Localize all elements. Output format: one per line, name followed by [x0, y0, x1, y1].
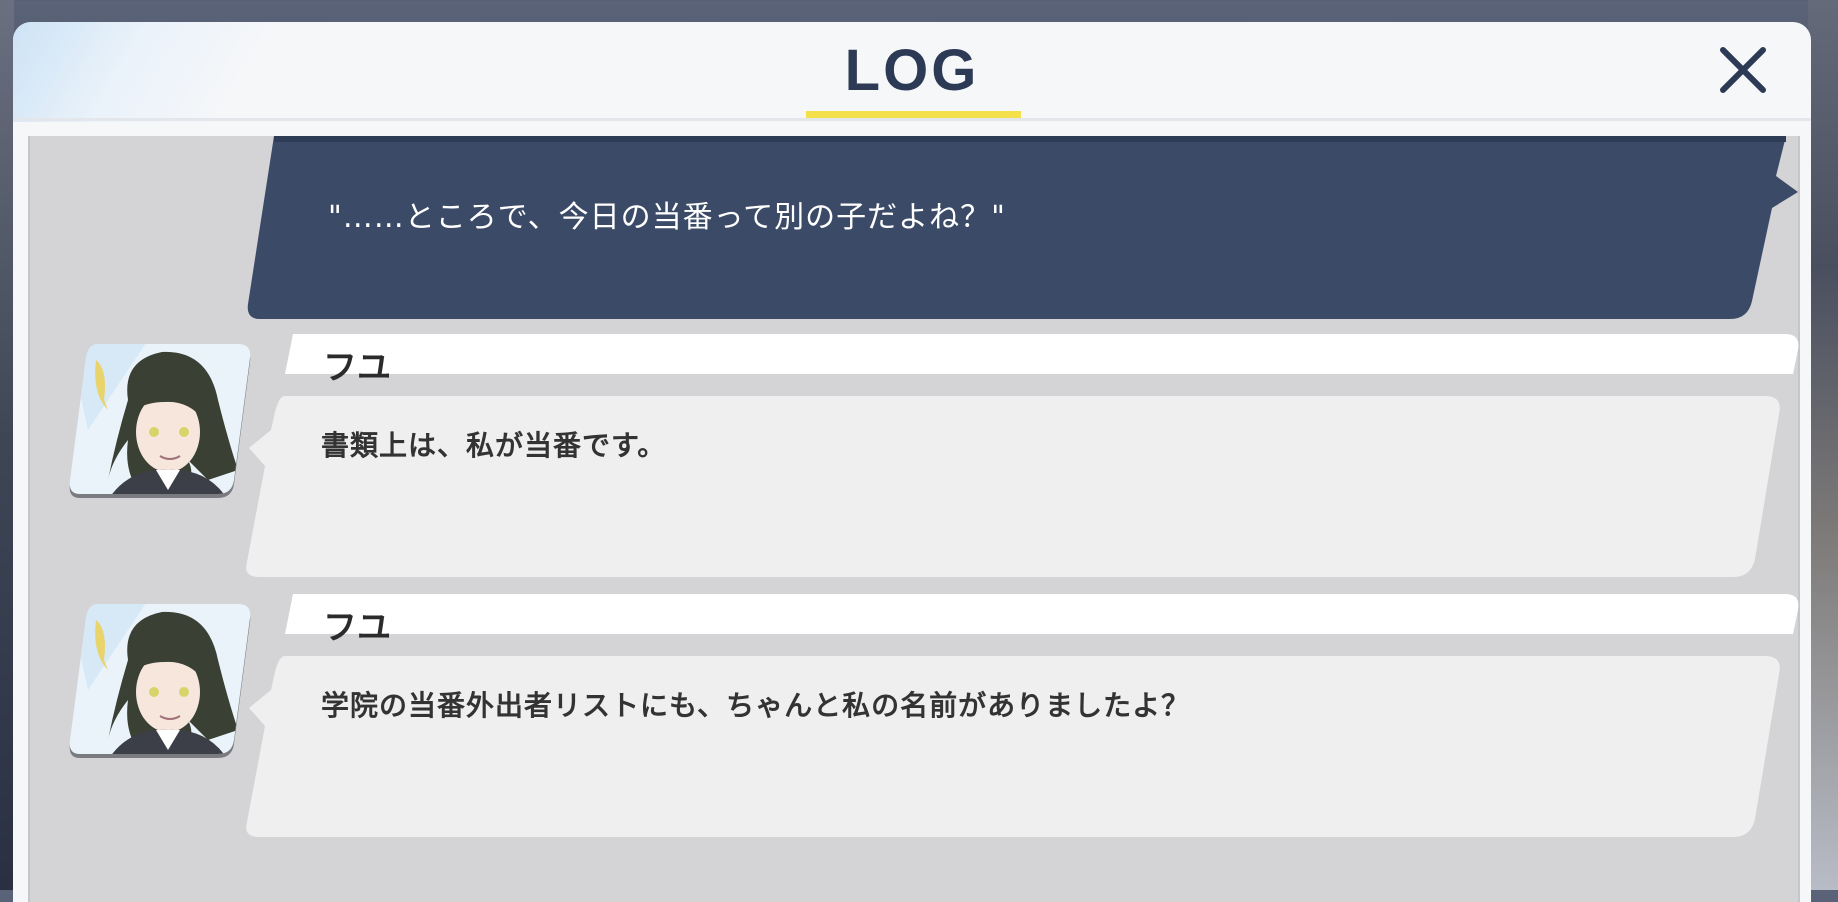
close-button[interactable]	[1713, 40, 1773, 100]
header-divider	[13, 118, 1811, 121]
character-portrait	[69, 344, 251, 498]
background-left	[0, 0, 14, 890]
background-right	[1808, 0, 1838, 890]
speaker-name: フユ	[323, 348, 391, 388]
character-portrait	[69, 604, 251, 758]
list-item: フユ 学院の当番外出者リストにも、ちゃんと私の名前がありましたよ？	[30, 594, 1799, 839]
list-item: フユ 書類上は、私が当番です。	[30, 334, 1799, 579]
page-title: LOG	[844, 38, 980, 103]
dialogue-text: 学院の当番外出者リストにも、ちゃんと私の名前がありましたよ？	[321, 689, 1191, 722]
speaker-name: フユ	[323, 608, 391, 648]
log-list[interactable]: "……ところで、今日の当番って別の子だよね？" フユ 書類上は、私が当番です。 …	[28, 136, 1800, 902]
close-icon	[1720, 47, 1766, 93]
log-window: LOG "……ところで、今日の当番って別の子だよね？" フユ 書類上は、私が当番…	[13, 22, 1811, 902]
dialogue-text: 書類上は、私が当番です。	[321, 429, 667, 462]
player-dialogue-text: "……ところで、今日の当番って別の子だよね？"	[328, 200, 1006, 235]
